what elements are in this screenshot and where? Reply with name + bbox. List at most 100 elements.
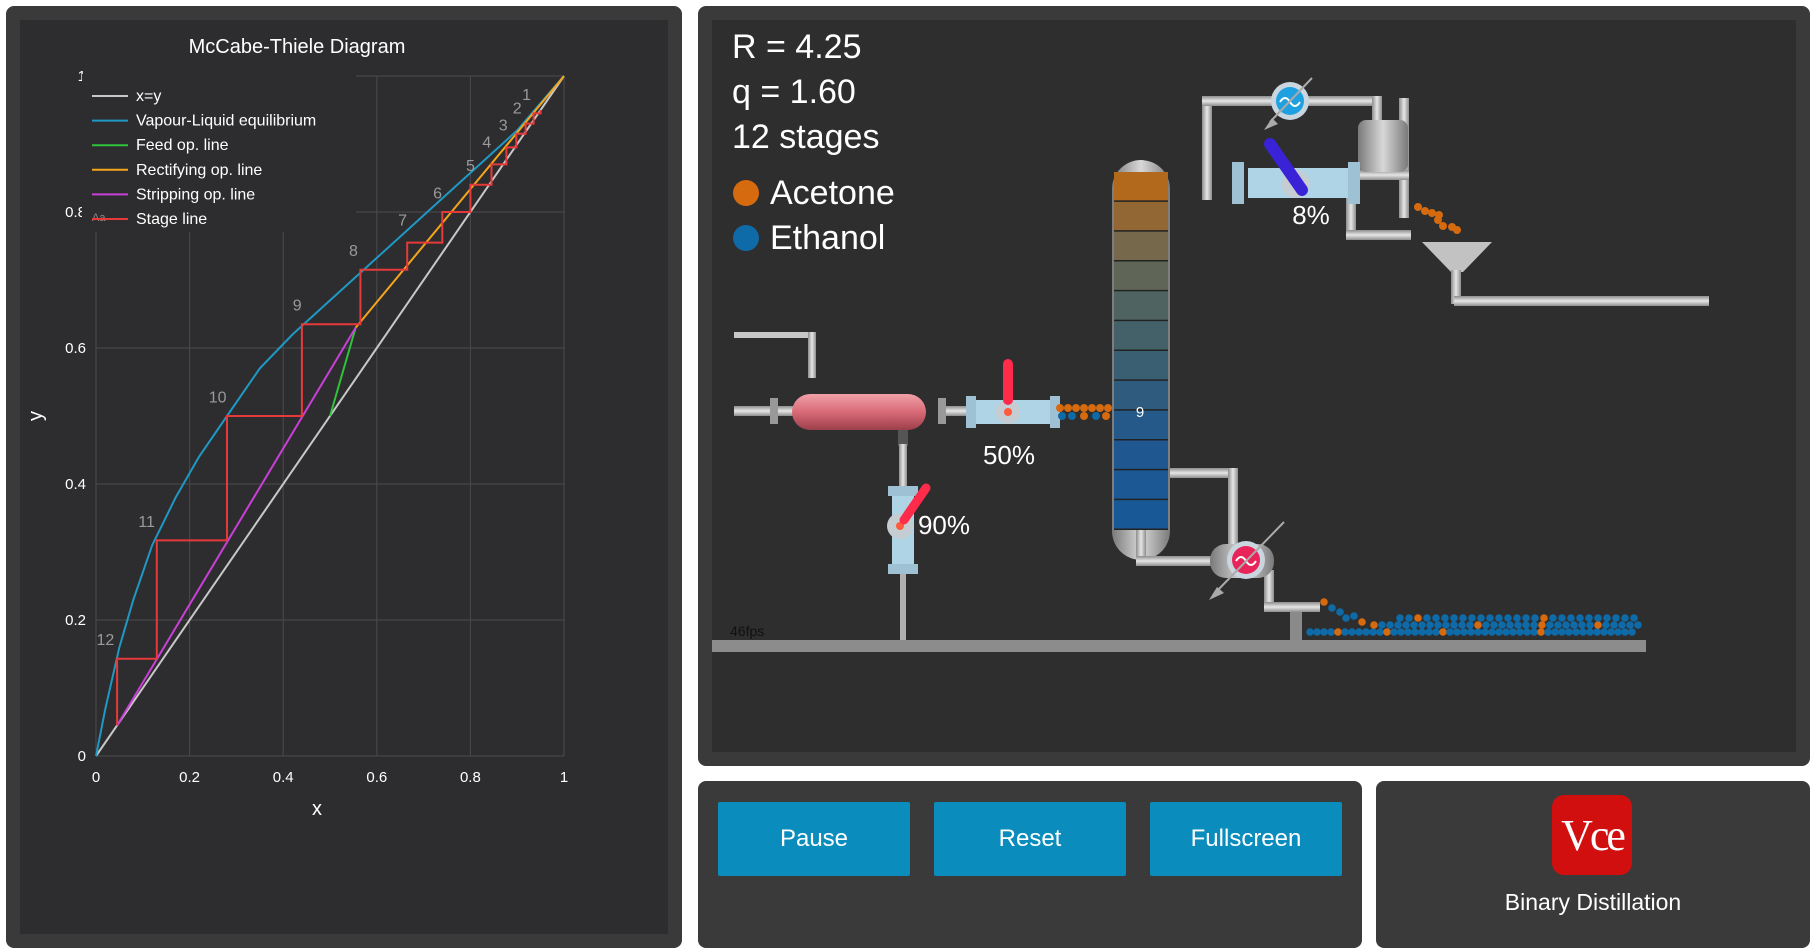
bottoms-particle: [1383, 628, 1391, 636]
fullscreen-button[interactable]: Fullscreen: [1150, 802, 1342, 876]
acetone-legend-label: Acetone: [770, 174, 895, 212]
stage-number-label: 6: [433, 185, 442, 202]
bottoms-particle: [1432, 614, 1440, 622]
bottoms-particle: [1490, 621, 1498, 629]
column-tray: [1114, 291, 1168, 320]
bottoms-particle: [1530, 628, 1538, 636]
reflux-valve-percent: 8%: [1292, 200, 1330, 230]
x-tick-label: 0.4: [273, 769, 294, 786]
bottoms-particle: [1336, 608, 1344, 616]
brand-panel: Vce Binary Distillation: [1376, 781, 1810, 948]
bottoms-particle: [1628, 628, 1636, 636]
column-tray: [1114, 231, 1168, 260]
bottoms-particle: [1313, 628, 1321, 636]
bottoms-particle: [1549, 614, 1557, 622]
y-axis-label: y: [25, 411, 47, 421]
chart-panel: McCabe-Thiele Diagram 0 0 0.2 0.2 0.4 0.4 0.6 0…: [6, 6, 682, 948]
bottoms-particle: [1504, 614, 1512, 622]
feed-valve-percent: 50%: [983, 440, 1035, 470]
bottoms-particle: [1376, 628, 1384, 636]
bottoms-particle: [1570, 621, 1578, 629]
reflux-valve[interactable]: [1232, 138, 1360, 204]
bottoms-particle: [1342, 614, 1350, 622]
ethanol-legend-dot: [733, 225, 759, 251]
bottoms-particle: [1544, 628, 1552, 636]
legend-item-label: Stripping op. line: [136, 186, 255, 203]
x-tick-label: 0.6: [366, 769, 387, 786]
bottoms-particle: [1594, 614, 1602, 622]
stage-number-label: 5: [466, 158, 475, 175]
vce-logo[interactable]: Vce: [1552, 795, 1632, 875]
bottoms-particle: [1394, 621, 1402, 629]
bottoms-particle: [1350, 612, 1358, 620]
bottoms-particle: [1320, 628, 1328, 636]
series-feed-op-line: [329, 327, 357, 417]
bottoms-particle: [1442, 621, 1450, 629]
bottoms-particles: [1306, 598, 1642, 636]
bottoms-particle: [1593, 628, 1601, 636]
x-axis-label: x: [312, 798, 322, 820]
bottoms-particle: [1341, 628, 1349, 636]
bottoms-particle: [1327, 628, 1335, 636]
bottoms-particle: [1567, 614, 1575, 622]
mccabe-thiele-chart: McCabe-Thiele Diagram 00 0.2 0.2 0.4 0.4 0.6 0…: [25, 36, 568, 820]
bottoms-particle: [1540, 614, 1548, 622]
bottoms-particle: [1495, 628, 1503, 636]
bottoms-particle: [1466, 621, 1474, 629]
bottoms-particle: [1523, 628, 1531, 636]
stage-number-label: 1: [522, 87, 531, 104]
bottoms-particle: [1348, 628, 1356, 636]
bottoms-particle: [1477, 614, 1485, 622]
bottoms-particle: [1506, 621, 1514, 629]
bottoms-particle: [1565, 628, 1573, 636]
bottoms-particle: [1482, 621, 1490, 629]
bottoms-particle: [1355, 628, 1363, 636]
bottoms-particle: [1362, 628, 1370, 636]
y-tick-label: 0.4: [65, 476, 86, 493]
bottoms-particle: [1358, 618, 1366, 626]
bottoms-particle: [1576, 614, 1584, 622]
bottoms-particle: [1446, 628, 1454, 636]
ethanol-legend-label: Ethanol: [770, 219, 885, 257]
bottoms-particle: [1460, 628, 1468, 636]
bottoms-particle: [1474, 621, 1482, 629]
stage-number-label: 12: [96, 632, 114, 649]
bottoms-particle: [1621, 614, 1629, 622]
column-tray: [1114, 351, 1168, 380]
bottoms-particle: [1626, 621, 1634, 629]
bottoms-particle: [1600, 628, 1608, 636]
bottoms-particle: [1551, 628, 1559, 636]
bottoms-particle: [1498, 621, 1506, 629]
bottoms-particle: [1578, 621, 1586, 629]
y-tick-label: 0: [78, 748, 86, 765]
q-value-label: q = 1.60: [732, 73, 856, 111]
legend-item-label: Vapour-Liquid equilibrium: [136, 113, 316, 130]
bottoms-particle: [1586, 628, 1594, 636]
reset-button[interactable]: Reset: [934, 802, 1126, 876]
bottoms-particle: [1618, 621, 1626, 629]
bottoms-particle: [1554, 621, 1562, 629]
bottoms-particle: [1468, 614, 1476, 622]
pause-button[interactable]: Pause: [718, 802, 910, 876]
stage-number-label: 2: [513, 100, 522, 117]
bottoms-particle: [1502, 628, 1510, 636]
chart-title: McCabe-Thiele Diagram: [189, 36, 406, 58]
bottoms-particle: [1516, 628, 1524, 636]
feed-valve[interactable]: [966, 359, 1060, 428]
fps-counter: 46fps: [730, 623, 764, 639]
column-tray: [1114, 172, 1168, 201]
bottoms-particle: [1441, 614, 1449, 622]
bottoms-particle: [1386, 621, 1394, 629]
chart-legend: Aa x=yVapour-Liquid equilibriumFeed op. …: [82, 74, 356, 232]
x-tick-label: 0: [92, 769, 100, 786]
bottoms-particle: [1450, 614, 1458, 622]
bottoms-particle: [1378, 621, 1386, 629]
bottoms-particle: [1474, 628, 1482, 636]
column-tray: [1114, 500, 1168, 529]
bottoms-particle: [1585, 614, 1593, 622]
reflux-ratio-label: R = 4.25: [732, 28, 861, 66]
bottoms-particle: [1423, 614, 1431, 622]
bottoms-particle: [1558, 628, 1566, 636]
bottoms-particle: [1396, 614, 1404, 622]
bottoms-particle: [1432, 628, 1440, 636]
